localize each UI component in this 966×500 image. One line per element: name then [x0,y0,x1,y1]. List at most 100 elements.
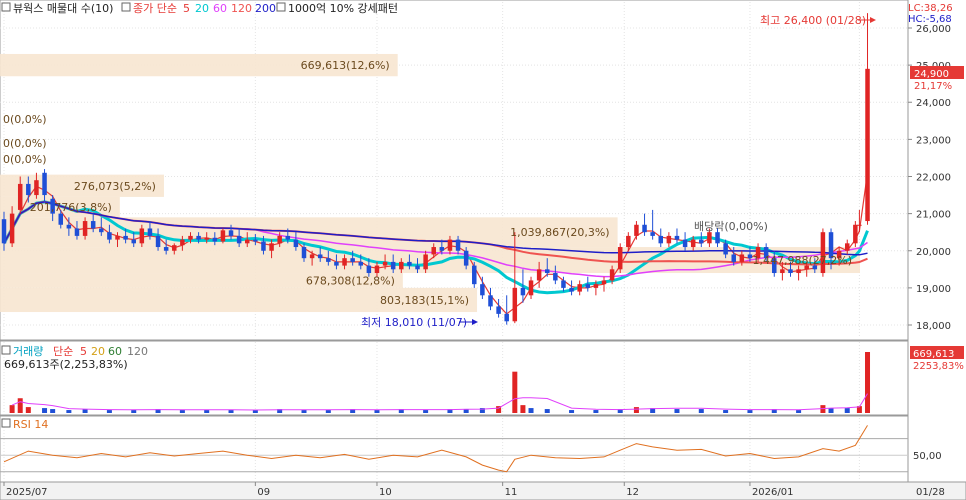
candle-body[interactable] [480,284,485,296]
candle-body[interactable] [528,280,534,296]
candle-body[interactable] [496,306,501,314]
candle-body[interactable] [634,224,639,236]
legend-box-icon[interactable] [276,2,286,12]
candle-body[interactable] [723,243,728,255]
volume-bar[interactable] [374,410,380,413]
candle-body[interactable] [853,224,858,244]
candle-body[interactable] [463,250,469,266]
candle-body[interactable] [90,221,96,229]
candle-body[interactable] [609,269,615,281]
candle-body[interactable] [857,224,862,226]
candle-body[interactable] [650,232,655,236]
candle-body[interactable] [731,254,736,262]
volume-bar[interactable] [528,408,534,413]
candle-body[interactable] [520,287,526,296]
candle-body[interactable] [34,180,39,196]
legend-box-icon[interactable] [1,418,11,428]
candle-body[interactable] [188,235,193,240]
candle-body[interactable] [285,235,291,240]
candle-body[interactable] [42,172,47,196]
candle-body[interactable] [553,273,558,281]
candle-body[interactable] [472,265,477,285]
candle-body[interactable] [58,213,64,225]
candle-body[interactable] [317,254,323,259]
candle-body[interactable] [107,232,112,240]
volume-bar[interactable] [747,410,753,413]
candle-body[interactable] [626,235,631,248]
volume-bar[interactable] [179,410,185,413]
candle-body[interactable] [301,247,307,259]
candle-body[interactable] [423,254,428,270]
volume-bar[interactable] [569,410,575,413]
volume-bar[interactable] [301,410,307,413]
volume-bar[interactable] [544,409,550,413]
candle-body[interactable] [544,269,550,274]
candle-body[interactable] [115,235,120,240]
candle-body[interactable] [244,239,250,244]
candle-body[interactable] [99,228,104,233]
candle-body[interactable] [220,230,226,242]
candle-body[interactable] [739,254,745,262]
candle-body[interactable] [366,265,372,274]
candle-body[interactable] [293,239,299,248]
candle-body[interactable] [180,239,185,246]
candle-body[interactable] [399,261,404,270]
candle-body[interactable] [212,237,218,242]
volume-bar[interactable] [723,410,729,413]
candle-body[interactable] [415,265,420,270]
volume-bar[interactable] [42,408,48,413]
legend-box-icon[interactable] [1,345,11,355]
candle-body[interactable] [82,221,88,236]
volume-bar[interactable] [512,371,518,413]
candle-body[interactable] [796,269,801,274]
volume-bar[interactable] [204,410,210,413]
volume-bar[interactable] [82,409,88,413]
volume-bar[interactable] [865,352,871,413]
candle-body[interactable] [690,239,696,248]
volume-bar[interactable] [828,408,834,413]
candle-body[interactable] [74,228,80,236]
candle-body[interactable] [269,243,274,251]
volume-bar[interactable] [593,410,599,413]
candle-body[interactable] [277,235,282,244]
candle-body[interactable] [204,237,209,240]
volume-bar[interactable] [9,405,15,413]
candle-body[interactable] [561,280,566,288]
volume-bar[interactable] [228,410,234,413]
volume-bar[interactable] [17,398,23,413]
candle-body[interactable] [147,228,153,236]
candle-body[interactable] [431,247,436,255]
candle-body[interactable] [326,258,331,262]
candle-body[interactable] [682,239,688,248]
candle-body[interactable] [131,239,136,244]
candle-body[interactable] [374,265,380,274]
candle-body[interactable] [163,247,169,251]
candle-body[interactable] [455,239,461,251]
stock-chart[interactable]: 669,613(12,6%) 276,073(5,2%) 201,776(3,8%)… [0,0,966,500]
candle-body[interactable] [407,261,412,266]
candle-body[interactable] [447,239,453,251]
candle-body[interactable] [261,241,266,251]
candle-body[interactable] [66,224,72,229]
candle-body[interactable] [674,235,680,240]
candle-body[interactable] [658,235,664,244]
candle-body[interactable] [780,269,785,274]
candle-body[interactable] [9,213,15,244]
candle-body[interactable] [309,254,315,259]
candle-body[interactable] [236,235,242,244]
candle-body[interactable] [123,235,128,240]
volume-bar[interactable] [423,410,429,413]
candle-body[interactable] [139,228,145,244]
candle-body[interactable] [390,261,396,270]
candle-body[interactable] [699,239,704,244]
volume-bar[interactable] [796,410,802,413]
candle-body[interactable] [512,287,518,322]
candle-body[interactable] [585,284,591,288]
volume-bar[interactable] [520,405,526,413]
legend-box-icon[interactable] [121,2,131,12]
volume-bar[interactable] [633,407,639,413]
candle-body[interactable] [715,232,720,244]
candle-body[interactable] [504,313,509,322]
volume-bar[interactable] [25,407,31,413]
candle-body[interactable] [26,183,31,196]
